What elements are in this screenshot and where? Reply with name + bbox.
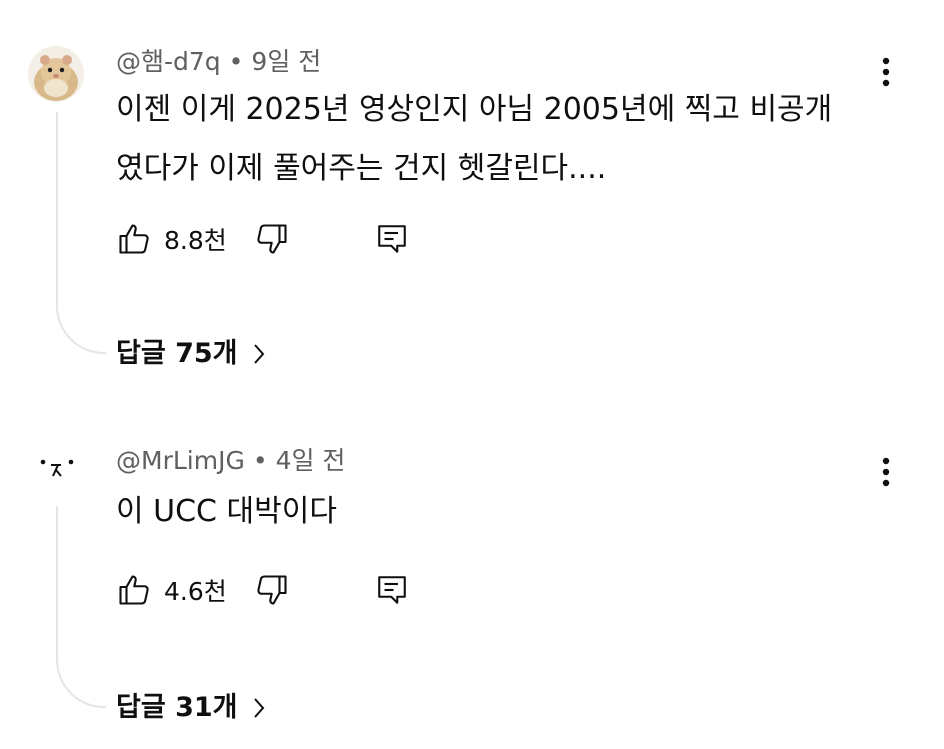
- comment-text: 이 UCC 대박이다: [116, 494, 337, 529]
- hamster-avatar-icon[interactable]: [28, 46, 84, 102]
- comment-time: 9일 전: [251, 47, 322, 76]
- like-count: 4.6천: [164, 577, 227, 606]
- like-button[interactable]: 8.8천: [116, 219, 227, 259]
- face-avatar-icon[interactable]: [28, 440, 84, 496]
- view-replies-button[interactable]: 답글 75개: [116, 336, 266, 372]
- like-count: 8.8천: [164, 226, 227, 255]
- reply-thread-line: [56, 112, 106, 354]
- replies-label: 답글 75개: [116, 338, 238, 369]
- comment-author[interactable]: @MrLimJG: [116, 446, 245, 475]
- meta-separator: •: [252, 446, 268, 475]
- thumbs-down-icon: [257, 575, 287, 605]
- comment-text: 이젠 이게 2025년 영상인지 아님 2005년에 찍고 비공개 였다가 이제…: [116, 92, 833, 186]
- comment-meta: @MrLimJG • 4일 전: [116, 446, 345, 476]
- comment-meta: @햄-d7q • 9일 전: [116, 47, 321, 77]
- comment-author[interactable]: @햄-d7q: [116, 47, 221, 76]
- chevron-right-icon: [252, 696, 266, 720]
- comment-reply-icon: [378, 576, 406, 604]
- comment-actions: 4.6천: [116, 570, 436, 610]
- replies-label: 답글 31개: [116, 692, 238, 723]
- comment-reply-icon: [378, 225, 406, 253]
- reply-button[interactable]: [374, 570, 410, 610]
- chevron-right-icon: [252, 342, 266, 366]
- meta-separator: •: [228, 47, 244, 76]
- thumbs-down-icon: [257, 224, 287, 254]
- dislike-button[interactable]: [254, 570, 290, 610]
- comment-actions: 8.8천: [116, 219, 436, 259]
- like-button[interactable]: 4.6천: [116, 570, 227, 610]
- view-replies-button[interactable]: 답글 31개: [116, 690, 266, 726]
- dislike-button[interactable]: [254, 219, 290, 259]
- thumbs-up-icon: [119, 224, 149, 254]
- reply-thread-line: [56, 506, 106, 708]
- comment-time: 4일 전: [275, 446, 346, 475]
- reply-button[interactable]: [374, 219, 410, 259]
- thumbs-up-icon: [119, 575, 149, 605]
